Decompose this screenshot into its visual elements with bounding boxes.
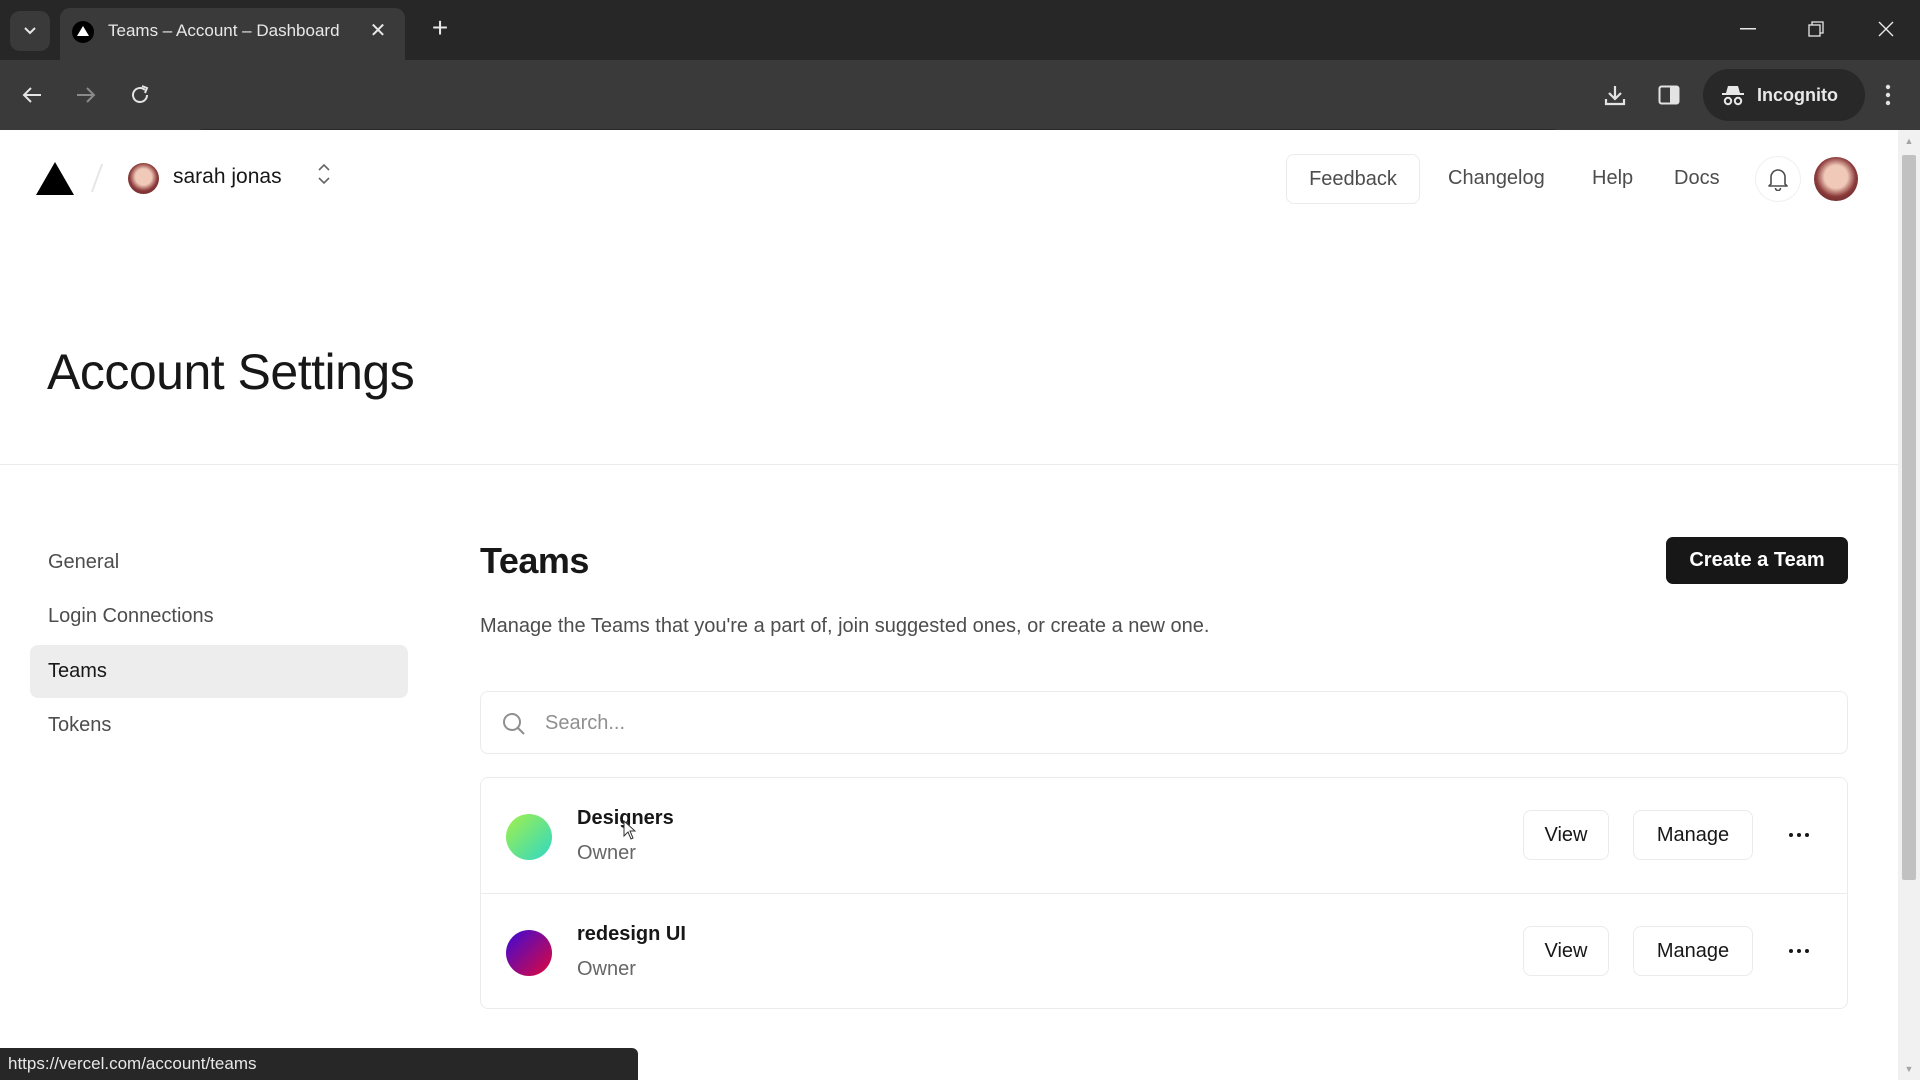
- scroll-down-arrow-icon[interactable]: ▼: [1898, 1060, 1920, 1078]
- vercel-logo-icon[interactable]: [36, 162, 74, 195]
- forward-arrow-icon[interactable]: [68, 77, 104, 113]
- team-row: Designers Owner View Manage: [481, 778, 1847, 893]
- user-menu-avatar[interactable]: [1814, 157, 1858, 201]
- bell-icon: [1768, 169, 1788, 191]
- team-search-input[interactable]: [545, 706, 1825, 740]
- teams-heading: Teams: [480, 540, 589, 581]
- account-name[interactable]: sarah jonas: [173, 165, 282, 189]
- breadcrumb-separator: [90, 163, 104, 193]
- scroll-up-arrow-icon[interactable]: ▲: [1898, 132, 1920, 150]
- account-switcher-chevron-icon[interactable]: [314, 162, 334, 192]
- download-icon[interactable]: [1597, 77, 1633, 113]
- team-avatar: [506, 930, 552, 976]
- search-icon: [503, 713, 525, 735]
- page-scrollbar[interactable]: ▲ ▼: [1898, 130, 1920, 1080]
- more-options-icon[interactable]: [1779, 818, 1819, 852]
- tab-close-icon[interactable]: ✕: [365, 19, 391, 45]
- team-role: Owner: [577, 842, 636, 864]
- browser-menu-icon[interactable]: [1870, 77, 1906, 113]
- window-close-icon[interactable]: [1866, 12, 1906, 46]
- sidebar-item-general[interactable]: General: [30, 536, 408, 589]
- view-team-button[interactable]: View: [1523, 926, 1609, 976]
- reload-icon[interactable]: [122, 77, 158, 113]
- sidebar-item-teams[interactable]: Teams: [30, 645, 408, 698]
- help-link[interactable]: Help: [1592, 167, 1633, 190]
- notifications-button[interactable]: [1755, 156, 1801, 202]
- incognito-label: Incognito: [1757, 84, 1838, 105]
- sidebar-item-tokens[interactable]: Tokens: [30, 699, 408, 752]
- view-team-button[interactable]: View: [1523, 810, 1609, 860]
- side-panel-icon[interactable]: [1651, 77, 1687, 113]
- chevron-down-icon: [24, 27, 36, 35]
- more-options-icon[interactable]: [1779, 934, 1819, 968]
- team-row: redesign UI Owner View Manage: [481, 893, 1847, 1008]
- team-search-field[interactable]: [480, 691, 1848, 754]
- browser-tab-active[interactable]: Teams – Account – Dashboard ✕: [60, 8, 405, 60]
- new-tab-icon[interactable]: +: [425, 14, 455, 44]
- sidebar-item-login-connections[interactable]: Login Connections: [30, 590, 408, 643]
- browser-tab-strip: Teams – Account – Dashboard ✕ +: [0, 0, 1920, 60]
- changelog-link[interactable]: Changelog: [1448, 167, 1545, 190]
- back-arrow-icon[interactable]: [14, 77, 50, 113]
- page-title: Account Settings: [47, 344, 415, 400]
- incognito-icon: [1722, 86, 1744, 106]
- feedback-button[interactable]: Feedback: [1286, 154, 1420, 204]
- restore-icon[interactable]: [1796, 12, 1836, 46]
- create-team-button[interactable]: Create a Team: [1666, 537, 1848, 584]
- incognito-badge[interactable]: Incognito: [1703, 69, 1865, 121]
- mouse-cursor-icon: [623, 820, 637, 840]
- team-role: Owner: [577, 958, 636, 980]
- manage-team-button[interactable]: Manage: [1633, 926, 1753, 976]
- manage-team-button[interactable]: Manage: [1633, 810, 1753, 860]
- scrollbar-thumb[interactable]: [1902, 155, 1916, 880]
- teams-description: Manage the Teams that you're a part of, …: [480, 615, 1210, 637]
- team-avatar: [506, 814, 552, 860]
- vercel-favicon-icon: [72, 21, 94, 43]
- docs-link[interactable]: Docs: [1674, 167, 1720, 190]
- header-divider: [0, 464, 1898, 465]
- account-avatar[interactable]: [128, 163, 159, 194]
- link-status-bar: https://vercel.com/account/teams: [0, 1048, 638, 1080]
- tab-search-button[interactable]: [10, 11, 50, 51]
- team-list: Designers Owner View Manage redesign UI …: [480, 777, 1848, 1009]
- team-name: redesign UI: [577, 923, 686, 945]
- browser-toolbar: vercel.com/account/teams Incognito: [0, 60, 1920, 181]
- tab-title: Teams – Account – Dashboard: [108, 21, 340, 40]
- page-content: sarah jonas Feedback Changelog Help Docs…: [0, 130, 1898, 1080]
- minimize-icon[interactable]: [1728, 12, 1768, 46]
